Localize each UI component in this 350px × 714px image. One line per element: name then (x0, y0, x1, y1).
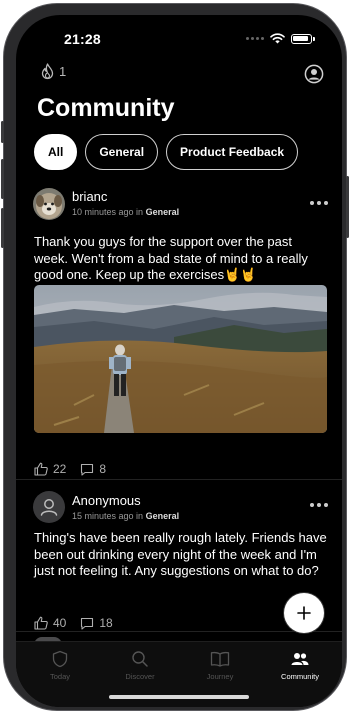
tab-label: Journey (206, 672, 234, 681)
page-title: Community (37, 94, 175, 122)
post-category[interactable]: General (146, 511, 180, 521)
comment-count: 8 (99, 462, 107, 476)
action-button (1, 121, 4, 143)
comment-button[interactable]: 18 (80, 616, 113, 630)
more-options-button[interactable] (310, 503, 328, 507)
like-count: 40 (53, 616, 67, 630)
filter-chip-general[interactable]: General (85, 134, 159, 170)
tab-today[interactable]: Today (25, 650, 95, 681)
profile-button[interactable] (304, 64, 324, 89)
profile-icon (304, 64, 324, 84)
shield-icon (52, 650, 68, 668)
post-divider (16, 631, 342, 632)
app-screen: 21:28 1 Community All General Product Fe… (16, 15, 342, 707)
cellular-dots-icon (246, 37, 264, 40)
tab-discover[interactable]: Discover (105, 650, 175, 681)
volume-up-button (1, 159, 4, 199)
book-icon (210, 651, 230, 667)
status-time: 21:28 (64, 31, 101, 47)
people-icon (291, 653, 309, 665)
like-button[interactable]: 22 (34, 462, 66, 476)
plus-icon (297, 606, 311, 620)
wifi-icon (270, 33, 285, 44)
volume-down-button (1, 208, 4, 248)
new-post-button[interactable] (284, 593, 324, 633)
tab-journey[interactable]: Journey (185, 650, 255, 681)
post-time: 10 minutes ago in (72, 207, 144, 217)
avatar[interactable] (33, 188, 65, 220)
comment-count: 18 (99, 616, 113, 630)
filter-chips: All General Product Feedback (34, 134, 299, 170)
power-button (346, 176, 349, 238)
post-image[interactable] (34, 285, 327, 433)
comment-icon (81, 617, 94, 630)
post-divider (16, 479, 342, 480)
post-author[interactable]: brianc (72, 189, 107, 204)
thumbs-up-icon (34, 616, 48, 630)
post-body: Thing's have been really rough lately. F… (34, 530, 327, 578)
tab-label: Today (49, 672, 70, 681)
like-button[interactable]: 40 (34, 616, 66, 630)
flame-icon (41, 63, 54, 80)
post-author[interactable]: Anonymous (72, 493, 141, 508)
status-icons (246, 33, 315, 44)
post-category[interactable]: General (146, 207, 180, 217)
post-stats: 22 8 (34, 462, 106, 476)
comment-button[interactable]: 8 (80, 462, 106, 476)
tab-label: Community (281, 672, 319, 681)
post-card[interactable]: brianc 10 minutes ago in General Thank y… (16, 187, 342, 477)
home-indicator (109, 695, 249, 699)
post-time: 15 minutes ago in (72, 511, 144, 521)
avatar[interactable] (33, 491, 65, 523)
dog-avatar-icon (33, 188, 65, 220)
tab-community[interactable]: Community (265, 650, 335, 681)
post-meta: 10 minutes ago in General (72, 207, 179, 217)
hiker-landscape-image (34, 285, 327, 433)
post-meta: 15 minutes ago in General (72, 511, 179, 521)
comment-icon (81, 463, 94, 476)
streak-count: 1 (59, 64, 67, 79)
person-placeholder-icon (40, 499, 58, 516)
battery-icon (291, 33, 315, 44)
search-icon (132, 651, 148, 667)
post-body: Thank you guys for the support over the … (34, 234, 308, 282)
like-count: 22 (53, 462, 67, 476)
filter-chip-product-feedback[interactable]: Product Feedback (166, 134, 299, 170)
filter-chip-all[interactable]: All (34, 134, 78, 170)
phone-frame: 21:28 1 Community All General Product Fe… (1, 3, 349, 711)
streak-counter[interactable]: 1 (41, 63, 66, 80)
more-options-button[interactable] (310, 201, 328, 205)
thumbs-up-icon (34, 462, 48, 476)
post-stats: 40 18 (34, 616, 113, 630)
tab-label: Discover (125, 672, 155, 681)
